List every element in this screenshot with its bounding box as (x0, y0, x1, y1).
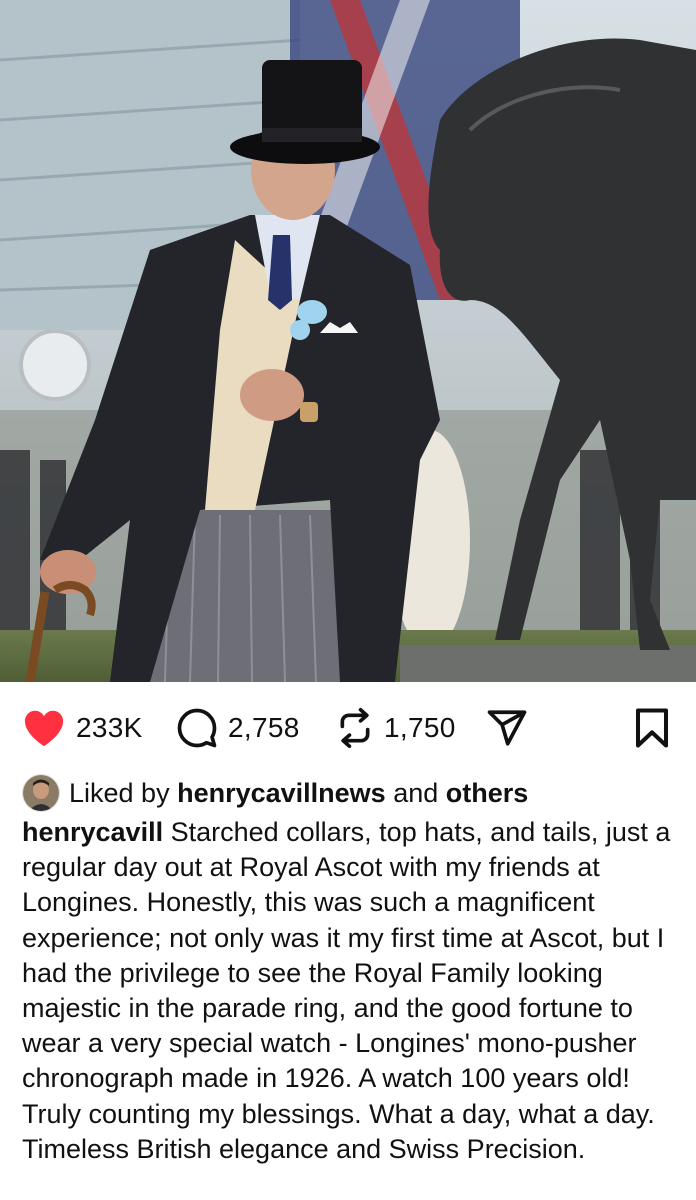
repost-button[interactable]: 1,750 (336, 700, 456, 756)
heart-icon (22, 708, 66, 748)
bookmark-icon (634, 707, 670, 749)
liked-by-line: Liked by henrycavillnews and others (22, 772, 682, 814)
avatar[interactable] (22, 774, 60, 812)
save-button[interactable] (634, 700, 670, 756)
comment-bubble-icon (176, 707, 218, 749)
caption-username[interactable]: henrycavill (22, 817, 163, 847)
action-bar: 233K 2,758 1,750 (0, 700, 696, 756)
liked-by-prefix: Liked by (69, 777, 170, 808)
liked-by-others-link[interactable]: others (446, 778, 529, 809)
repost-icon (336, 707, 374, 749)
post-photo (0, 0, 696, 682)
post-caption: henrycavill Starched collars, top hats, … (22, 815, 682, 1167)
liked-by-user-link[interactable]: henrycavillnews (177, 778, 386, 809)
send-icon (486, 707, 528, 749)
post-image[interactable] (0, 0, 696, 682)
comment-button[interactable]: 2,758 (176, 700, 300, 756)
caption-text: Starched collars, top hats, and tails, j… (22, 817, 671, 1164)
repost-count: 1,750 (384, 712, 456, 743)
liked-by-joiner: and (393, 777, 439, 808)
like-button[interactable]: 233K (22, 700, 143, 756)
share-button[interactable] (486, 700, 528, 756)
comment-count: 2,758 (228, 712, 300, 743)
like-count: 233K (76, 712, 143, 743)
